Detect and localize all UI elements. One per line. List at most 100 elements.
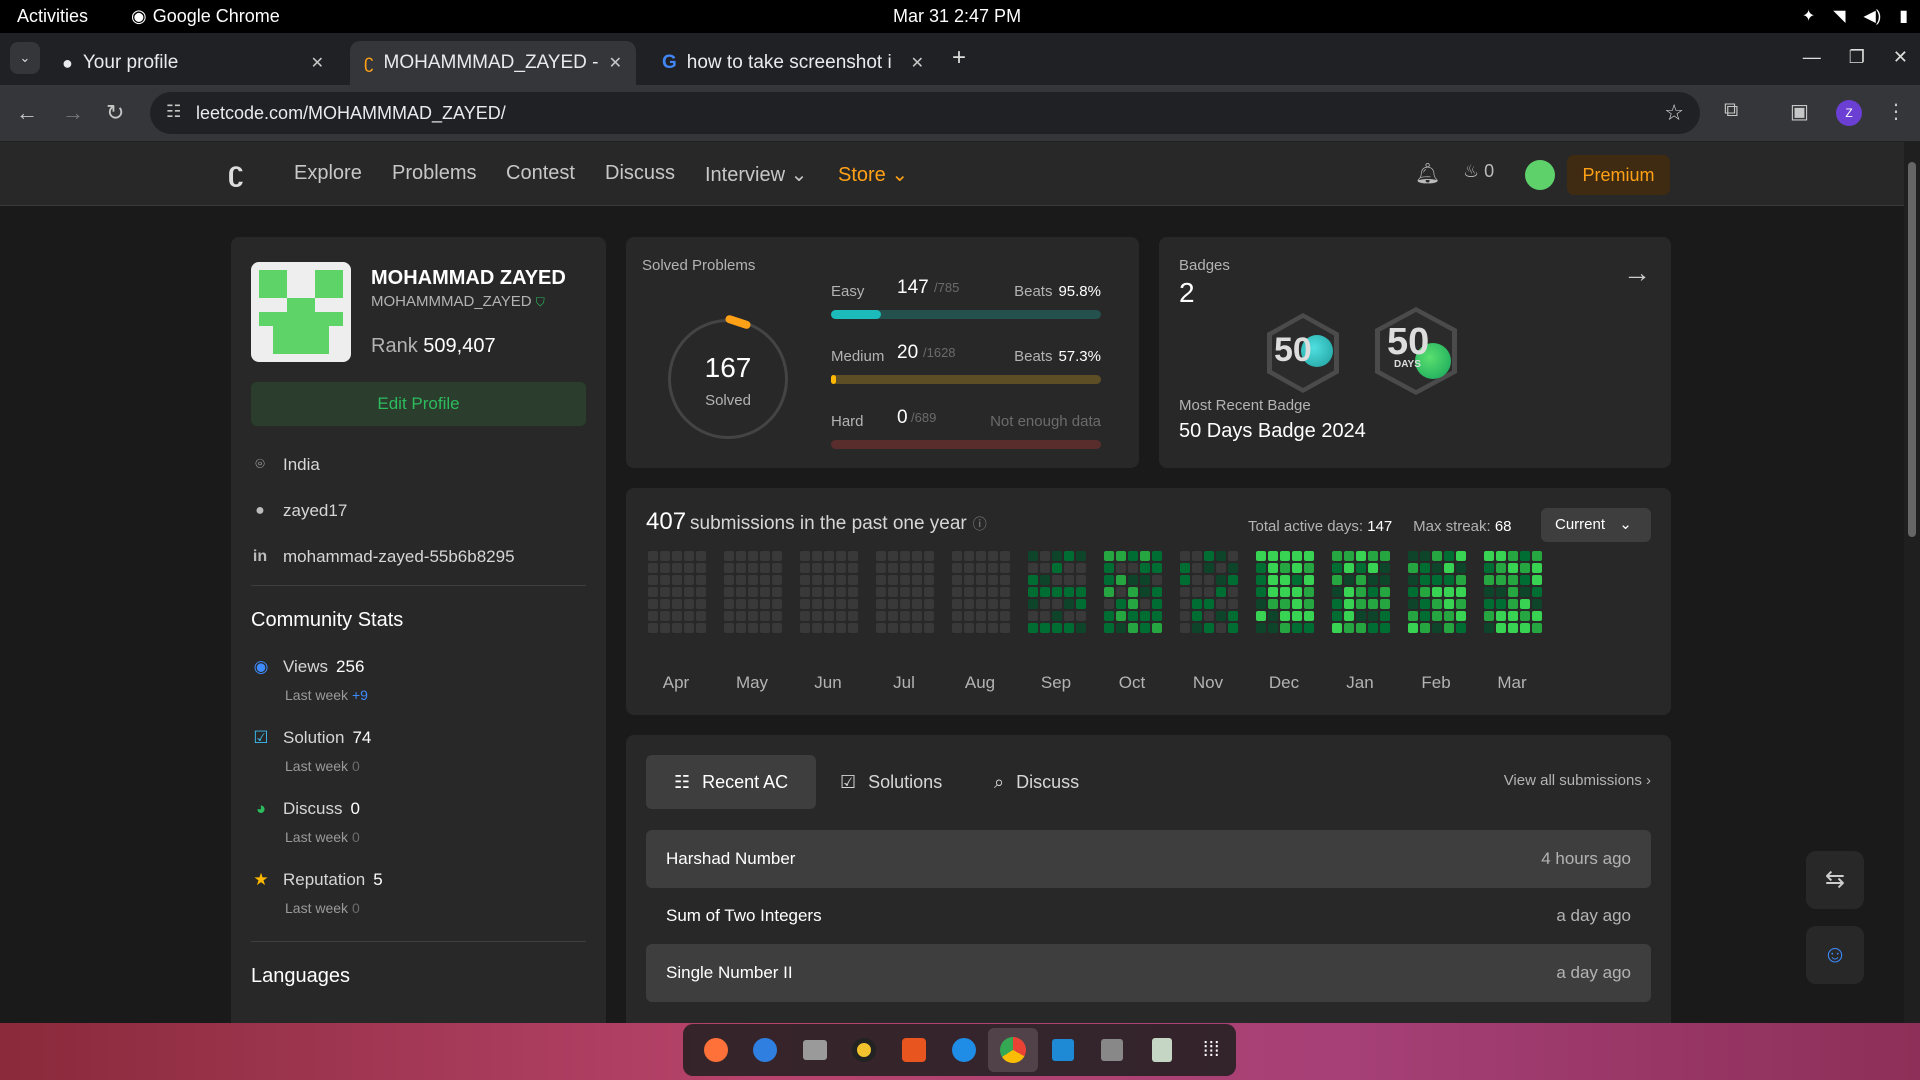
heatmap-cell[interactable] — [1076, 623, 1086, 633]
heatmap-cell[interactable] — [900, 575, 910, 585]
heatmap-cell[interactable] — [976, 563, 986, 573]
year-selector[interactable]: Current ⌄ — [1541, 508, 1651, 542]
heatmap-cell[interactable] — [1508, 575, 1518, 585]
heatmap-cell[interactable] — [696, 623, 706, 633]
heatmap-cell[interactable] — [748, 575, 758, 585]
heatmap-cell[interactable] — [812, 575, 822, 585]
heatmap-cell[interactable] — [1344, 599, 1354, 609]
linkedin-link[interactable]: mohammad-zayed-55b6b8295 — [283, 547, 515, 567]
heatmap-cell[interactable] — [1204, 587, 1214, 597]
submission-row[interactable]: Single Number II a day ago — [646, 944, 1651, 1002]
heatmap-cell[interactable] — [1280, 623, 1290, 633]
solved-ring[interactable]: 167 Solved — [668, 314, 788, 439]
heatmap-cell[interactable] — [848, 563, 858, 573]
heatmap-cell[interactable] — [1040, 623, 1050, 633]
heatmap-cell[interactable] — [1104, 563, 1114, 573]
heatmap-cell[interactable] — [684, 611, 694, 621]
heatmap-cell[interactable] — [1064, 563, 1074, 573]
heatmap-cell[interactable] — [772, 611, 782, 621]
heatmap-cell[interactable] — [1192, 611, 1202, 621]
heatmap-cell[interactable] — [824, 587, 834, 597]
heatmap-cell[interactable] — [888, 575, 898, 585]
heatmap-cell[interactable] — [1180, 599, 1190, 609]
heatmap-cell[interactable] — [1380, 563, 1390, 573]
heatmap-cell[interactable] — [900, 599, 910, 609]
heatmap-cell[interactable] — [900, 611, 910, 621]
heatmap-cell[interactable] — [964, 563, 974, 573]
heatmap-cell[interactable] — [1076, 551, 1086, 561]
heatmap-cell[interactable] — [1280, 599, 1290, 609]
profile-avatar[interactable]: Z — [1836, 100, 1862, 126]
heatmap-cell[interactable] — [648, 551, 658, 561]
heatmap-cell[interactable] — [1456, 575, 1466, 585]
heatmap-cell[interactable] — [1344, 563, 1354, 573]
heatmap-cell[interactable] — [736, 551, 746, 561]
menu-icon[interactable]: ⋮ — [1886, 99, 1906, 124]
heatmap-cell[interactable] — [1064, 623, 1074, 633]
heatmap-cell[interactable] — [976, 587, 986, 597]
heatmap-cell[interactable] — [1292, 587, 1302, 597]
heatmap-cell[interactable] — [1052, 563, 1062, 573]
heatmap-cell[interactable] — [1256, 611, 1266, 621]
heatmap-cell[interactable] — [912, 611, 922, 621]
heatmap-cell[interactable] — [912, 623, 922, 633]
heatmap-cell[interactable] — [1128, 599, 1138, 609]
heatmap-cell[interactable] — [1152, 623, 1162, 633]
heatmap-cell[interactable] — [1028, 563, 1038, 573]
heatmap-cell[interactable] — [988, 551, 998, 561]
heatmap-cell[interactable] — [1064, 551, 1074, 561]
heatmap-cell[interactable] — [952, 575, 962, 585]
heatmap-cell[interactable] — [1420, 599, 1430, 609]
heatmap-cell[interactable] — [1192, 563, 1202, 573]
heatmap-cell[interactable] — [1228, 611, 1238, 621]
close-window-icon[interactable]: ✕ — [1893, 47, 1908, 68]
heatmap-cell[interactable] — [1408, 599, 1418, 609]
heatmap-cell[interactable] — [1380, 623, 1390, 633]
heatmap-cell[interactable] — [1192, 599, 1202, 609]
heatmap-cell[interactable] — [1256, 587, 1266, 597]
heatmap-cell[interactable] — [672, 587, 682, 597]
heatmap-cell[interactable] — [1000, 551, 1010, 561]
heatmap-cell[interactable] — [1280, 563, 1290, 573]
heatmap-cell[interactable] — [1356, 551, 1366, 561]
heatmap-cell[interactable] — [1064, 575, 1074, 585]
heatmap-cell[interactable] — [1420, 563, 1430, 573]
minimize-icon[interactable]: — — [1803, 47, 1821, 68]
heatmap-cell[interactable] — [1052, 623, 1062, 633]
heatmap-cell[interactable] — [1520, 551, 1530, 561]
heatmap-cell[interactable] — [1116, 599, 1126, 609]
heatmap-cell[interactable] — [1344, 575, 1354, 585]
heatmap-cell[interactable] — [1256, 623, 1266, 633]
heatmap-cell[interactable] — [648, 587, 658, 597]
heatmap-cell[interactable] — [924, 587, 934, 597]
heatmap-cell[interactable] — [1028, 575, 1038, 585]
tab-discuss[interactable]: ⌕ Discuss — [966, 755, 1107, 809]
heatmap-cell[interactable] — [1204, 599, 1214, 609]
heatmap-cell[interactable] — [696, 575, 706, 585]
heatmap-cell[interactable] — [1332, 611, 1342, 621]
heatmap-cell[interactable] — [1444, 575, 1454, 585]
heatmap-cell[interactable] — [1292, 563, 1302, 573]
heatmap-cell[interactable] — [900, 551, 910, 561]
heatmap-cell[interactable] — [952, 587, 962, 597]
heatmap-cell[interactable] — [1128, 551, 1138, 561]
heatmap-cell[interactable] — [1420, 611, 1430, 621]
heatmap-cell[interactable] — [1216, 623, 1226, 633]
badge-50-days-2024[interactable]: 50 — [1267, 313, 1339, 393]
heatmap-cell[interactable] — [1304, 563, 1314, 573]
heatmap-cell[interactable] — [1484, 563, 1494, 573]
heatmap-cell[interactable] — [1496, 623, 1506, 633]
heatmap-cell[interactable] — [1484, 623, 1494, 633]
heatmap-cell[interactable] — [1180, 623, 1190, 633]
side-panel-icon[interactable]: ▣ — [1790, 99, 1809, 124]
heatmap-cell[interactable] — [1076, 599, 1086, 609]
heatmap-cell[interactable] — [1332, 551, 1342, 561]
heatmap-cell[interactable] — [1180, 575, 1190, 585]
heatmap-cell[interactable] — [1520, 575, 1530, 585]
firefox-icon[interactable] — [691, 1028, 741, 1072]
heatmap-cell[interactable] — [988, 575, 998, 585]
switch-layout-button[interactable]: ⇆ — [1806, 851, 1864, 909]
heatmap-cell[interactable] — [1456, 551, 1466, 561]
heatmap-cell[interactable] — [876, 587, 886, 597]
heatmap-cell[interactable] — [912, 563, 922, 573]
